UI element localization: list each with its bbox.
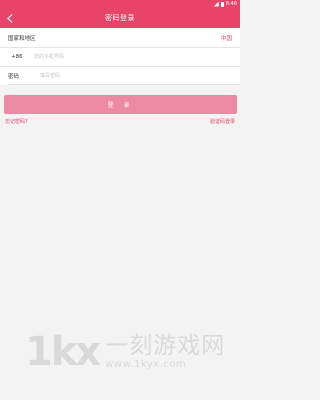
region-selector[interactable]: 国家和地区 中国 bbox=[0, 28, 240, 47]
password-label: 密码 bbox=[8, 74, 20, 80]
status-icons: 8:46 bbox=[213, 0, 237, 8]
phone-row: +86 bbox=[0, 47, 240, 66]
watermark-title: 一刻游戏网 bbox=[105, 332, 226, 359]
region-value: 中国 bbox=[220, 35, 232, 42]
password-row: 密码 bbox=[0, 66, 240, 85]
login-button[interactable]: 登 录 bbox=[4, 95, 237, 114]
login-form: 国家和地区 中国 +86 密码 bbox=[0, 28, 240, 85]
back-button[interactable] bbox=[4, 12, 16, 24]
status-time: 8:46 bbox=[225, 1, 237, 7]
watermark-url: www.1kyx.com bbox=[105, 359, 187, 371]
phone-input[interactable] bbox=[34, 52, 232, 62]
battery-icon bbox=[220, 1, 224, 7]
watermark: 1kx 一刻游戏网 www.1kyx.com bbox=[25, 322, 235, 382]
status-bar: 8:46 bbox=[0, 0, 240, 8]
region-label: 国家和地区 bbox=[8, 35, 36, 42]
phone-prefix[interactable]: +86 bbox=[8, 54, 34, 60]
divider bbox=[8, 84, 240, 85]
watermark-text: 一刻游戏网 www.1kyx.com bbox=[105, 332, 226, 371]
nav-bar: 密码登录 bbox=[0, 8, 240, 28]
signal-icon bbox=[213, 1, 219, 7]
watermark-logo: 1kx bbox=[25, 329, 101, 375]
chevron-left-icon bbox=[7, 13, 13, 23]
password-input[interactable] bbox=[40, 71, 232, 81]
page-title: 密码登录 bbox=[105, 14, 135, 22]
forgot-password-link[interactable]: 忘记密码? bbox=[5, 118, 28, 125]
code-login-link[interactable]: 验证码登录 bbox=[210, 118, 235, 125]
